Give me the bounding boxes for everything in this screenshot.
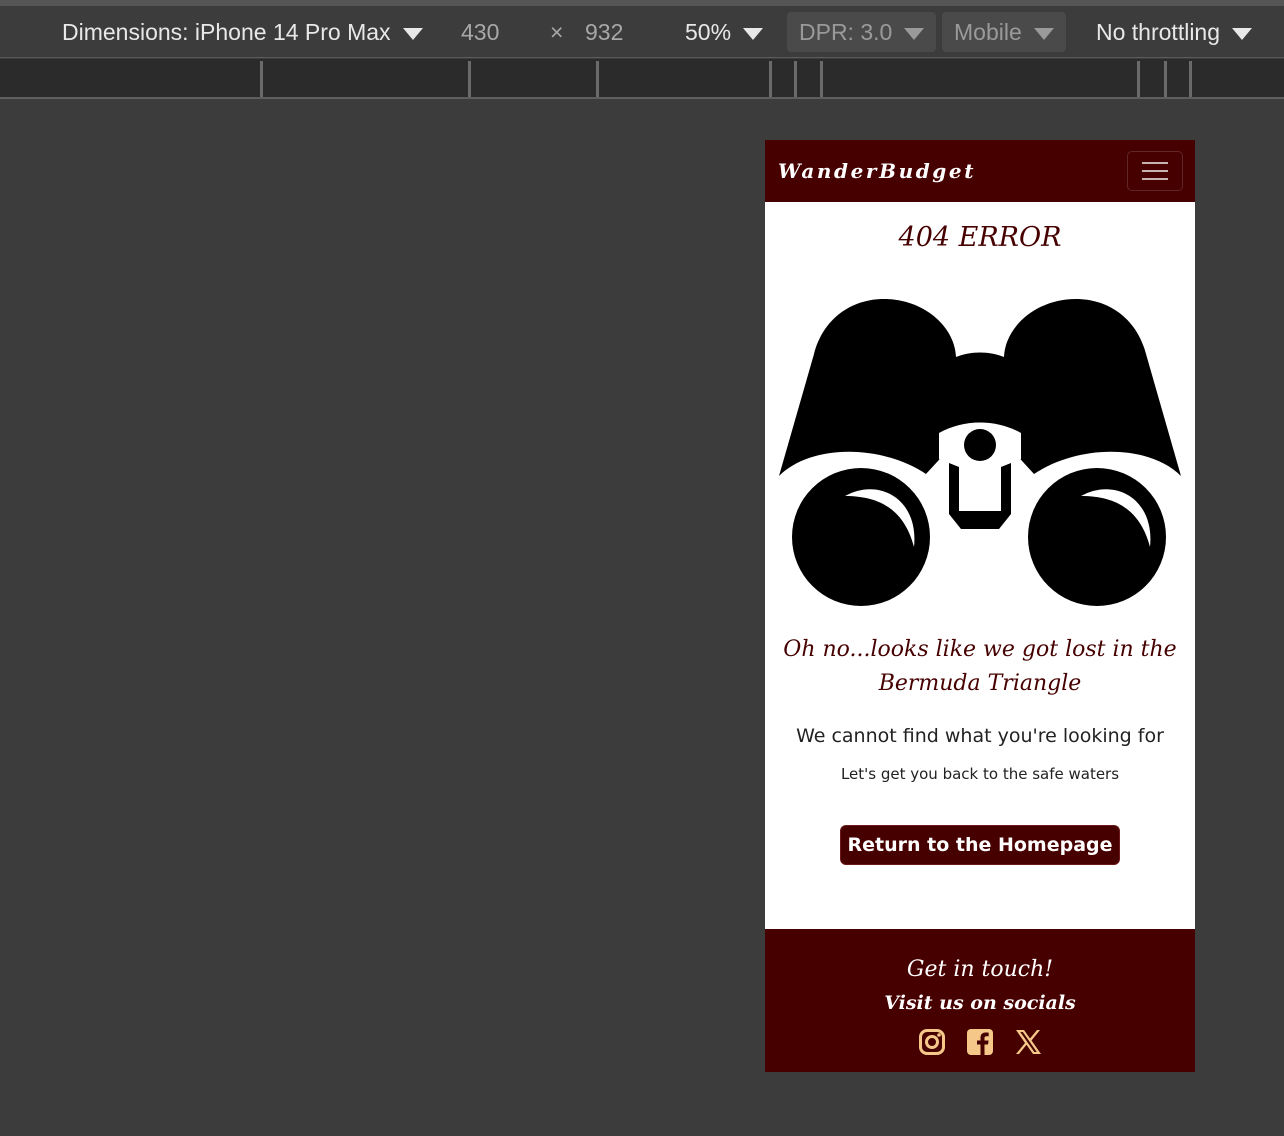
lost-message: Oh no...looks like we got lost in the Be… — [783, 637, 1177, 696]
zoom-label: 50% — [685, 18, 732, 45]
height-input[interactable]: 932 — [585, 6, 623, 58]
ruler-tick[interactable] — [468, 61, 471, 97]
hamburger-icon — [1142, 170, 1168, 172]
dimensions-label: Dimensions: iPhone 14 Pro Max — [62, 18, 391, 45]
device-type-dropdown[interactable]: Mobile — [942, 12, 1066, 52]
caret-down-icon — [1232, 28, 1253, 40]
error-title: 404 ERROR — [898, 222, 1062, 253]
x-link[interactable] — [1014, 1028, 1042, 1056]
media-query-ruler — [0, 59, 1284, 99]
dimensions-dropdown[interactable]: Dimensions: iPhone 14 Pro Max — [62, 6, 423, 58]
times-sign: × — [550, 18, 564, 45]
instagram-link[interactable] — [918, 1028, 946, 1056]
social-links — [765, 1028, 1195, 1056]
x-icon — [1016, 1030, 1041, 1054]
ruler-tick[interactable] — [794, 61, 797, 97]
throttling-dropdown[interactable]: No throttling — [1096, 6, 1253, 58]
throttling-label: No throttling — [1096, 18, 1221, 45]
footer: Get in touch! Visit us on socials — [765, 929, 1195, 1072]
facebook-link[interactable] — [966, 1028, 994, 1056]
ruler-tick[interactable] — [820, 61, 823, 97]
footer-subtitle: Visit us on socials — [884, 992, 1076, 1014]
device-type-label: Mobile — [954, 18, 1022, 45]
caret-down-icon — [1033, 28, 1054, 40]
safe-waters-text: Let's get you back to the safe waters — [840, 765, 1120, 783]
zoom-dropdown[interactable]: 50% — [685, 6, 764, 58]
facebook-icon — [967, 1029, 993, 1055]
navbar: WanderBudget — [765, 140, 1195, 202]
cannot-find-text: We cannot find what you're looking for — [796, 725, 1164, 747]
device-toolbar: Dimensions: iPhone 14 Pro Max 430 × 932 … — [0, 6, 1284, 58]
caret-down-icon — [904, 28, 925, 40]
dpr-dropdown[interactable]: DPR: 3.0 — [787, 12, 937, 52]
ruler-tick[interactable] — [1137, 61, 1140, 97]
ruler-tick[interactable] — [769, 61, 772, 97]
caret-down-icon — [743, 28, 764, 40]
instagram-icon — [919, 1029, 945, 1055]
width-input[interactable]: 430 — [461, 6, 499, 58]
brand-logo[interactable]: WanderBudget — [778, 159, 976, 183]
ruler-tick[interactable] — [596, 61, 599, 97]
main-content: 404 ERROR Oh no...looks like we got lost… — [765, 222, 1195, 865]
hamburger-icon — [1142, 178, 1168, 180]
return-home-button[interactable]: Return to the Homepage — [840, 825, 1120, 865]
ruler-tick[interactable] — [1189, 61, 1192, 97]
binoculars-icon — [779, 299, 1181, 606]
caret-down-icon — [402, 28, 423, 40]
ruler-tick[interactable] — [260, 61, 263, 97]
ruler-tick[interactable] — [1164, 61, 1167, 97]
device-viewport: WanderBudget 404 ERROR Oh no...looks lik… — [765, 140, 1195, 1072]
menu-toggle-button[interactable] — [1127, 151, 1183, 191]
dpr-label: DPR: 3.0 — [799, 18, 893, 45]
footer-title: Get in touch! — [906, 957, 1054, 982]
hamburger-icon — [1142, 162, 1168, 164]
